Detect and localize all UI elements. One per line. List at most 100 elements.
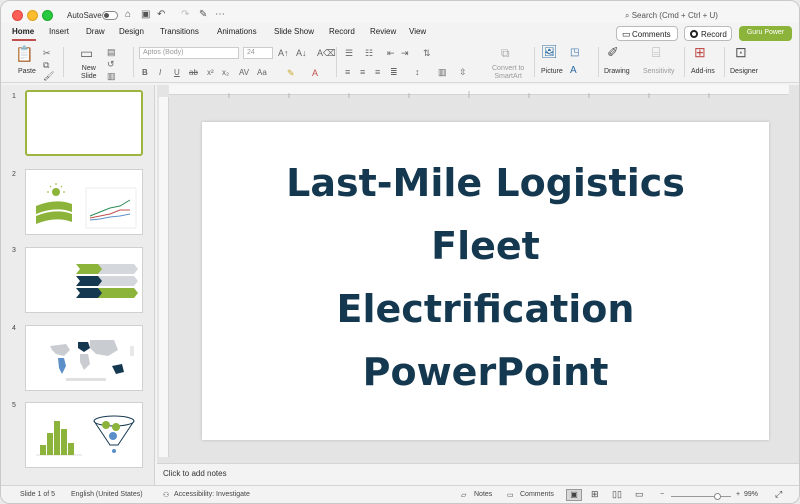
zoom-out-icon[interactable]: − [660,491,664,498]
funnel-drop [112,449,116,453]
home-icon[interactable]: ⌂ [125,9,131,21]
slide-thumbnail-1[interactable] [25,90,143,156]
increase-font-icon[interactable]: A↑ [278,47,289,59]
autosave-toggle[interactable] [102,11,118,20]
italic-icon[interactable]: I [159,67,161,79]
more-icon[interactable]: ⋯ [215,9,225,21]
reset-icon[interactable]: ↺ [107,58,115,70]
zoom-in-icon[interactable]: + [736,491,740,498]
drawing-icon[interactable]: ✐ [607,45,619,59]
accessibility-status[interactable]: Accessibility: Investigate [174,491,250,498]
smartart-icon[interactable]: ⧉ [501,47,510,59]
search-box[interactable]: ⌕ Search (Cmd + Ctrl + U) [625,11,718,21]
record-button[interactable]: Record [684,26,732,41]
superscript-icon[interactable]: x² [207,67,214,79]
format-brush-icon[interactable]: 🖌 [43,70,54,82]
align-left-icon[interactable]: ≡ [345,66,350,78]
outdent-icon[interactable]: ⇤ [387,47,395,59]
tab-review[interactable]: Review [370,27,396,36]
zoom-level[interactable]: 99% [744,491,758,498]
notes-pane[interactable]: Click to add notes [157,463,799,483]
numbering-icon[interactable]: ☷ [365,47,373,59]
indent-icon[interactable]: ⇥ [401,47,409,59]
line-spacing-icon[interactable]: ↕ [415,66,420,78]
tab-transitions[interactable]: Transitions [160,27,199,36]
textbox-icon[interactable]: A [570,65,577,77]
paste-icon[interactable]: 📋 [15,47,34,63]
notes-button[interactable]: Notes [474,491,492,498]
fit-to-window-icon[interactable]: ⤢ [775,489,782,500]
ribbon-divider [598,47,599,77]
redo-icon[interactable]: ↷ [181,9,189,21]
reading-view-icon[interactable]: ▯▯ [612,489,622,500]
align-text-icon[interactable]: ⇳ [459,66,467,78]
tab-design[interactable]: Design [119,27,144,36]
comment-status-icon: ▭ [507,492,514,499]
slide-sorter-icon[interactable]: ⊞ [591,489,599,500]
undo-icon[interactable]: ↶ [157,9,165,21]
funnel-ball [109,432,117,440]
character-spacing-icon[interactable]: AV [239,67,249,79]
tab-view[interactable]: View [409,27,426,36]
funnel-ball [102,421,110,429]
strikethrough-icon[interactable]: ab [189,67,198,79]
align-center-icon[interactable]: ≡ [360,66,365,78]
format-painter-icon[interactable]: ✎ [199,9,207,21]
tab-record[interactable]: Record [329,27,355,36]
slide-number: 3 [12,247,16,254]
highlight-icon[interactable]: ✎ [287,67,295,79]
tab-slide-show[interactable]: Slide Show [274,27,314,36]
maximize-window-button[interactable] [42,10,53,21]
current-slide-canvas[interactable]: Last-Mile Logistics Fleet Electrificatio… [202,122,769,440]
clear-format-icon[interactable]: A⌫ [317,47,336,59]
bold-icon[interactable]: B [142,67,148,79]
guru-power-button[interactable]: Guru Power [739,26,792,41]
underline-icon[interactable]: U [174,67,180,79]
decrease-font-icon[interactable]: A↓ [296,47,307,59]
save-icon[interactable]: ▣ [141,9,150,21]
minimize-window-button[interactable] [27,10,38,21]
change-case-icon[interactable]: Aa [257,67,267,79]
addins-icon[interactable]: ⊞ [694,45,706,59]
language[interactable]: English (United States) [71,491,143,498]
slideshow-icon[interactable]: ▭ [635,489,644,500]
comments-button[interactable]: ▭ Comments [616,26,678,41]
slide-thumbnail-4[interactable] [25,325,143,391]
picture-icon[interactable]: 🖼 [541,45,558,58]
font-name-field[interactable]: Aptos (Body) [139,47,239,59]
text-direction-icon[interactable]: ⇅ [423,47,431,59]
map-shape [50,344,70,356]
font-color-icon[interactable]: A [312,67,318,79]
zoom-slider[interactable] [671,496,731,497]
comments-status-button[interactable]: Comments [520,491,554,498]
tab-insert[interactable]: Insert [49,27,69,36]
subscript-icon[interactable]: x₂ [222,67,229,79]
layout-icon[interactable]: ▤ [107,46,116,58]
columns-icon[interactable]: ▥ [438,66,447,78]
tab-animations[interactable]: Animations [217,27,257,36]
new-slide-icon[interactable]: ▭ [80,46,93,60]
slide-thumbnail-pane[interactable]: 1 2 3 4 5 [1,85,155,485]
shapes-icon[interactable]: ◳ [570,47,579,59]
designer-icon[interactable]: ⊡ [735,45,747,59]
picture-label: Picture [541,68,563,75]
bullets-icon[interactable]: ☰ [345,47,353,59]
slide-thumbnail-2[interactable] [25,169,143,235]
section-icon[interactable]: ▥ [107,70,116,82]
zoom-slider-handle[interactable] [714,493,721,500]
sensitivity-icon[interactable]: ⌸ [652,45,660,59]
cut-icon[interactable]: ✂ [43,47,51,59]
font-size-field[interactable]: 24 [243,47,273,59]
slide-thumbnail-3[interactable] [25,247,143,313]
slide-title[interactable]: Last-Mile Logistics Fleet Electrificatio… [202,152,769,404]
slide-thumbnail-5[interactable] [25,402,143,468]
align-right-icon[interactable]: ≡ [375,66,380,78]
tab-home[interactable]: Home [12,27,34,36]
active-tab-underline [12,39,36,41]
justify-icon[interactable]: ≣ [390,66,398,78]
normal-view-icon[interactable]: ▣ [566,489,582,501]
close-window-button[interactable] [12,10,23,21]
tab-draw[interactable]: Draw [86,27,105,36]
comments-button-label: Comments [632,30,671,39]
map-shape [58,358,66,374]
